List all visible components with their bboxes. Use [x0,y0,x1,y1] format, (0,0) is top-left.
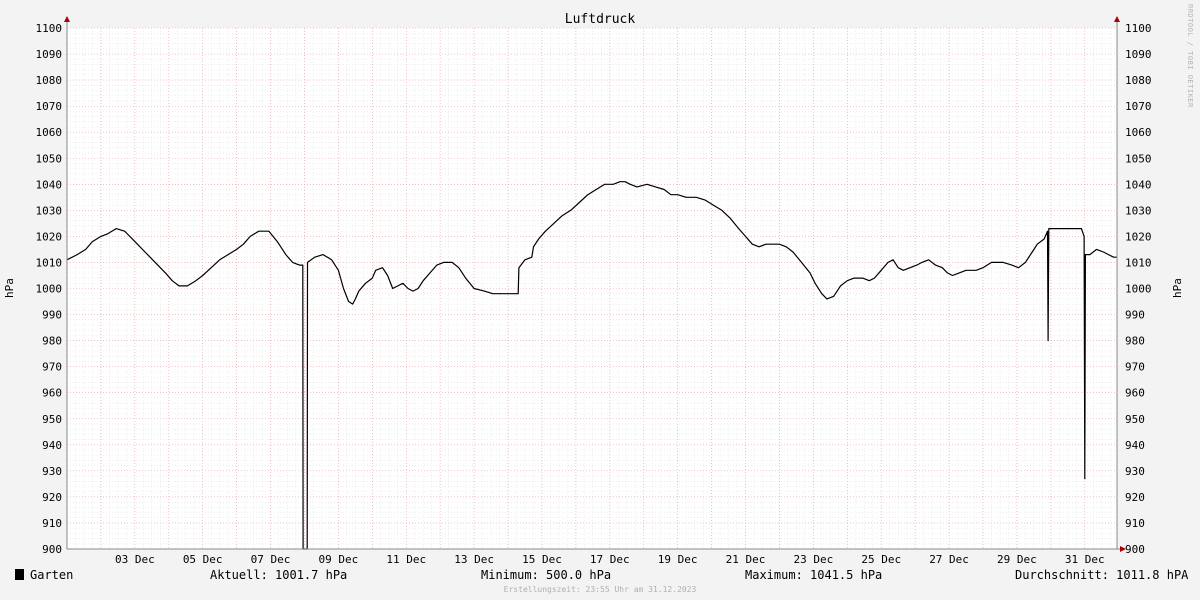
chart-title: Luftdruck [565,12,636,27]
y-tick-label-right: 950 [1125,413,1145,426]
x-tick-label: 23 Dec [793,553,833,566]
legend-maximum: Maximum: 1041.5 hPa [745,568,883,582]
y-tick-label-right: 1030 [1125,204,1152,217]
y-axis-arrow-left [64,16,70,22]
y-tick-label-left: 930 [42,465,62,478]
y-tick-label-left: 1080 [36,74,63,87]
y-tick-label-right: 920 [1125,491,1145,504]
legend-minimum: Minimum: 500.0 hPa [481,568,612,582]
legend-average: Durchschnitt: 1011.8 hPA [1015,568,1189,582]
legend-series: Garten [15,568,73,582]
y-tick-label-left: 920 [42,491,62,504]
y-tick-label-right: 1070 [1125,100,1152,113]
y-tick-label-right: 1010 [1125,256,1152,269]
creation-time-footer: Erstellungszeit: 23:55 Uhr am 31.12.2023 [503,585,697,594]
x-tick-label: 27 Dec [929,553,969,566]
x-tick-label: 25 Dec [861,553,901,566]
y-tick-label-left: 960 [42,387,62,400]
x-tick-label: 17 Dec [590,553,630,566]
y-tick-label-right: 1060 [1125,126,1152,139]
y-tick-label-left: 940 [42,439,62,452]
line-chart: Luftdruck hPa hPa 900 900 910 910 920 920 930 9… [3,12,1184,566]
x-tick-label: 13 Dec [454,553,494,566]
y-tick-label-right: 910 [1125,517,1145,530]
y-tick-label-right: 1080 [1125,74,1152,87]
y-tick-label-right: 1020 [1125,230,1152,243]
y-tick-label-right: 940 [1125,439,1145,452]
y-tick-label-left: 1030 [36,204,63,217]
y-tick-label-right: 980 [1125,335,1145,348]
legend-series-label: Garten [30,568,74,582]
x-tick-label: 05 Dec [183,553,223,566]
y-tick-label-left: 900 [42,543,62,556]
y-tick-label-left: 1050 [36,152,63,165]
x-tick-label: 21 Dec [726,553,766,566]
y-tick-label-left: 1090 [36,48,63,61]
grid [66,27,1117,550]
y-tick-label-right: 1090 [1125,48,1152,61]
y-tick-label-left: 970 [42,361,62,374]
x-tick-label: 31 Dec [1065,553,1105,566]
y-tick-label-left: 1060 [36,126,63,139]
y-tick-label-left: 1010 [36,256,63,269]
y-tick-label-right: 970 [1125,361,1145,374]
x-tick-label: 09 Dec [319,553,359,566]
y-tick-label-left: 1020 [36,230,63,243]
x-tick-label: 15 Dec [522,553,562,566]
x-tick-label: 29 Dec [997,553,1037,566]
y-tick-label-left: 950 [42,413,62,426]
y-tick-label-right: 960 [1125,387,1145,400]
y-tick-label-left: 1070 [36,100,63,113]
y-tick-label-left: 990 [42,309,62,322]
rrdtool-watermark: RRDTOOL / TOBI OETIKER [1186,4,1194,108]
y-tick-label-left: 1100 [36,22,63,35]
y-tick-label-left: 1040 [36,178,63,191]
x-tick-label: 19 Dec [658,553,698,566]
x-tick-label: 11 Dec [386,553,426,566]
legend-current: Aktuell: 1001.7 hPa [210,568,348,582]
y-tick-label-right: 1050 [1125,152,1152,165]
y-tick-label-right: 900 [1125,543,1145,556]
y-axis-arrow-right [1114,16,1120,22]
x-tick-label: 03 Dec [115,553,155,566]
y-tick-label-right: 1000 [1125,283,1152,296]
y-tick-label-right: 990 [1125,309,1145,322]
y-tick-label-left: 1000 [36,283,63,296]
y-tick-label-right: 930 [1125,465,1145,478]
y-axis-label-right: hPa [1171,278,1184,298]
chart-frame: Luftdruck hPa hPa 900 900 910 910 920 920 930 9… [0,0,1200,600]
x-tick-label: 07 Dec [251,553,291,566]
legend-swatch [15,569,24,580]
y-axis-label-left: hPa [3,278,16,298]
y-tick-label-right: 1100 [1125,22,1152,35]
y-tick-label-left: 910 [42,517,62,530]
y-tick-label-left: 980 [42,335,62,348]
y-tick-label-right: 1040 [1125,178,1152,191]
